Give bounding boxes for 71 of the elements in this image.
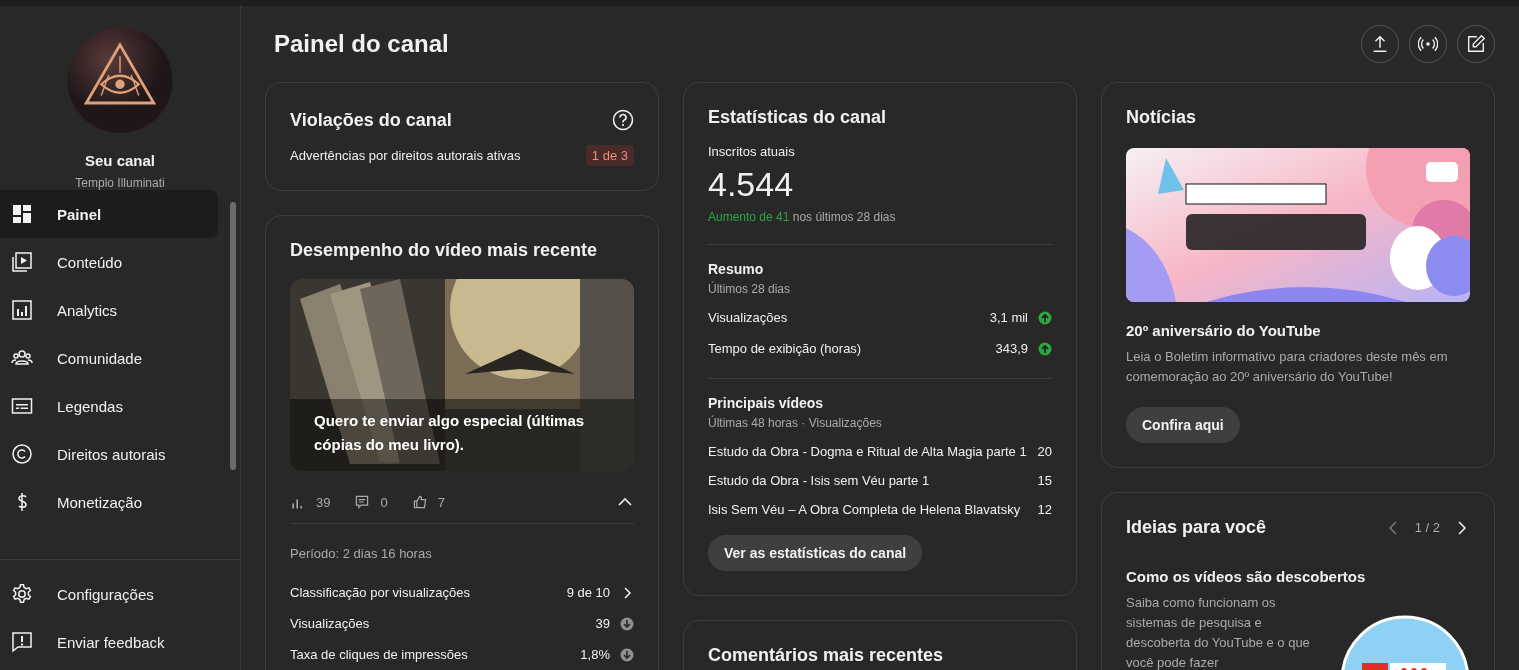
nav-item[interactable]: Enviar feedback: [0, 618, 240, 666]
settings-icon: [11, 583, 33, 605]
nav-item[interactable]: Analytics: [0, 286, 218, 334]
help-icon[interactable]: [612, 109, 634, 131]
video-link[interactable]: Estudo da Obra - Dogma e Ritual de Alta Magia parte 1: [708, 444, 1027, 459]
subscriber-change: Aumento de 41 nos últimos 28 dias: [708, 210, 897, 224]
live-icon: [1418, 34, 1438, 54]
subscribers-label: Inscritos atuais: [708, 144, 796, 159]
analytics-icon: [11, 299, 33, 321]
nav-item[interactable]: Monetização: [0, 478, 218, 526]
stat-value: 7: [437, 494, 445, 510]
subscriber-count: 4.544: [708, 165, 795, 204]
nav-item[interactable]: Painel: [0, 190, 218, 238]
card-title: Violações do canal: [290, 109, 452, 131]
row-label: Advertências por direitos autorais ativas: [290, 148, 521, 163]
video-link[interactable]: Isis Sem Véu – A Obra Completa de Helena Blavatsky: [708, 502, 1021, 517]
card-title: Comentários mais recentes: [708, 645, 945, 666]
card-title: Desempenho do vídeo mais recente: [290, 240, 599, 261]
dashboard-icon: [11, 203, 33, 225]
section-subtitle: Últimas 48 horas · Visualizações: [708, 416, 883, 430]
stats-button[interactable]: Ver as estatísticas do canal: [708, 535, 923, 571]
card-title: Estatísticas do canal: [708, 107, 888, 128]
news-body: Leia o Boletim informativo para criadores deste mês em comemoração ao 20º aniversário do YouTube!: [1126, 348, 1449, 386]
nav-item[interactable]: Direitos autorais: [0, 430, 218, 478]
subtitles-icon: [11, 395, 33, 417]
view-count: 12: [1037, 502, 1052, 517]
page-title: Painel do canal: [274, 30, 450, 58]
page-indicator: 1 / 2: [1414, 520, 1440, 535]
metric-label: Tempo de exibição (horas): [708, 341, 862, 356]
metric-label: Visualizações: [708, 310, 788, 325]
arrow-down-icon: [620, 647, 634, 662]
section-subtitle: Últimos 28 dias: [708, 282, 792, 296]
section-title: Principais vídeos: [708, 395, 825, 411]
edit-icon: [1466, 34, 1486, 54]
arrow-down-icon: [620, 616, 634, 631]
likes-icon: [411, 494, 428, 510]
stat-value: 0: [380, 494, 388, 510]
period-text: Período: 2 dias 16 horas: [290, 546, 433, 561]
section-title: Resumo: [708, 261, 765, 277]
copyright-icon: [11, 443, 33, 465]
view-count: 15: [1037, 473, 1052, 488]
content-icon: [11, 251, 33, 273]
news-headline: 20º aniversário do YouTube: [1126, 322, 1322, 339]
metric-value: 1,8%: [580, 647, 610, 662]
stat-value: 39: [316, 494, 331, 510]
metric-label: Classificação por visualizações: [290, 585, 470, 600]
comments-icon: [354, 494, 371, 510]
arrow-up-icon: [1038, 341, 1052, 356]
metric-value: 39: [595, 616, 610, 631]
video-link[interactable]: Estudo da Obra - Isis sem Véu parte 1: [708, 473, 930, 488]
idea-headline: Como os vídeos são descobertos: [1126, 568, 1367, 585]
card-title: Notícias: [1126, 107, 1198, 128]
channel-label: Seu canal: [84, 152, 155, 169]
scrollbar-thumb[interactable]: [230, 202, 236, 470]
arrow-up-icon: [1038, 310, 1052, 325]
metric-label: Taxa de cliques de impressões: [290, 647, 468, 662]
nav-item[interactable]: Configurações: [0, 570, 240, 618]
news-button[interactable]: Confira aqui: [1126, 407, 1240, 443]
metric-value: 9 de 10: [566, 585, 610, 600]
nav-item[interactable]: Comunidade: [0, 334, 218, 382]
feedback-icon: [11, 631, 33, 653]
strike-count: 1 de 3: [585, 145, 634, 166]
nav-item[interactable]: Legendas: [0, 382, 218, 430]
metric-label: Visualizações: [290, 616, 370, 631]
nav-item[interactable]: Conteúdo: [0, 238, 218, 286]
idea-body: Saiba como funcionam os sistemas de pesquisa e descoberta do YouTube e o que você pode fazer: [1126, 594, 1311, 670]
channel-name: Templo Illuminati: [75, 176, 165, 190]
metric-value: 3,1 mil: [989, 310, 1028, 325]
metric-value: 343,9: [995, 341, 1028, 356]
view-count: 20: [1037, 444, 1052, 459]
card-title: Ideias para você: [1126, 517, 1267, 538]
